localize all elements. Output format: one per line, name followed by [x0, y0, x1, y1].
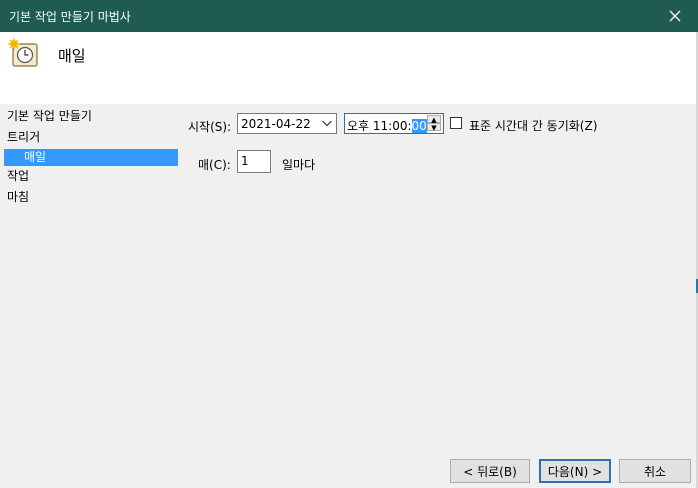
back-button[interactable]: < 뒤로(B) [450, 459, 530, 483]
recur-every-value: 1 [241, 154, 249, 168]
time-spinner[interactable]: ▲ ▼ [427, 115, 441, 132]
spin-down-icon[interactable]: ▼ [427, 123, 441, 132]
window-title: 기본 작업 만들기 마법사 [9, 10, 131, 24]
sync-timezones-checkbox[interactable] [450, 117, 462, 129]
start-date-picker[interactable]: 2021-04-22 [237, 113, 337, 134]
wizard-header: 매일 [0, 32, 696, 104]
start-time-prefix: 오후 11:00: [347, 119, 412, 133]
cancel-button[interactable]: 취소 [619, 459, 691, 483]
window-titlebar: 기본 작업 만들기 마법사 [0, 0, 698, 32]
next-button[interactable]: 다음(N) > [539, 459, 611, 483]
recur-every-label: 매(C): [198, 158, 231, 172]
step-daily[interactable]: 매일 [4, 149, 178, 166]
chevron-down-icon [322, 120, 332, 127]
recur-every-input[interactable]: 1 [237, 150, 271, 173]
close-icon [669, 10, 681, 22]
scheduled-task-clock-icon [8, 38, 38, 67]
step-finish[interactable]: 마침 [4, 187, 180, 208]
wizard-steps: 기본 작업 만들기 트리거 매일 작업 마침 [4, 106, 180, 208]
recur-every-suffix: 일마다 [282, 158, 316, 172]
start-time-value: 오후 11:00:00 [347, 117, 427, 134]
step-create-basic-task[interactable]: 기본 작업 만들기 [4, 106, 180, 127]
page-title: 매일 [58, 47, 86, 65]
start-time-seconds-selected: 00 [411, 119, 427, 133]
close-button[interactable] [652, 0, 698, 32]
step-trigger[interactable]: 트리거 [4, 127, 180, 148]
start-date-value: 2021-04-22 [241, 117, 311, 131]
sync-timezones-label[interactable]: 표준 시간대 간 동기화(Z) [469, 117, 597, 134]
start-time-input[interactable]: 오후 11:00:00 ▲ ▼ [344, 113, 444, 134]
spin-up-icon[interactable]: ▲ [427, 115, 441, 124]
step-action[interactable]: 작업 [4, 166, 180, 187]
start-label: 시작(S): [188, 120, 232, 134]
